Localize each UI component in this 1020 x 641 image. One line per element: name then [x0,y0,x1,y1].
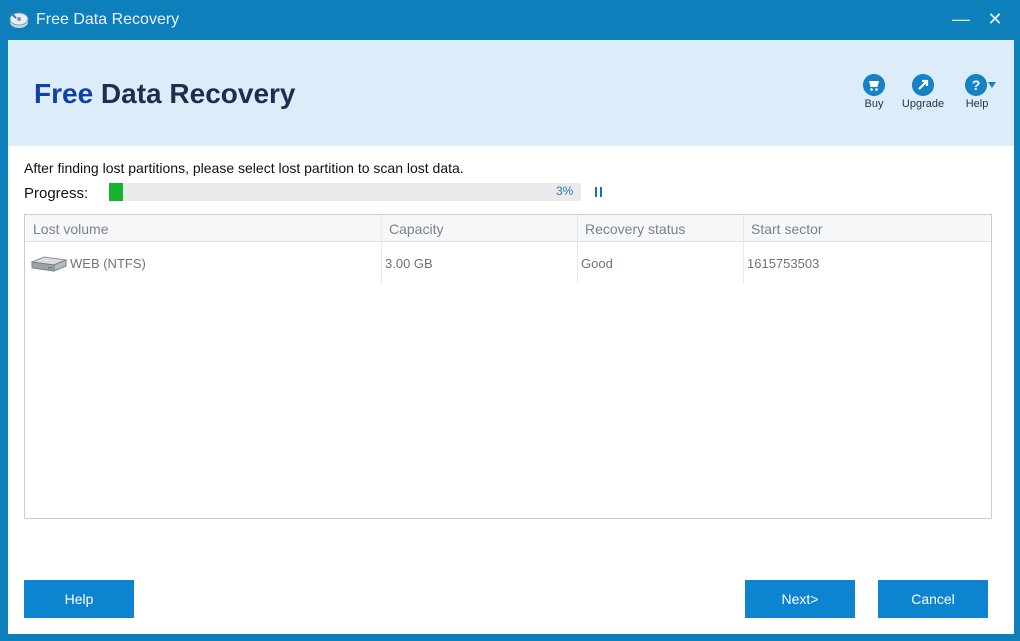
next-button[interactable]: Next> [745,580,855,618]
table-row[interactable]: WEB (NTFS) 3.00 GB Good 1615753503 [25,242,991,284]
progress-bar [109,183,581,201]
help-icon: ? [965,74,987,96]
brand-rest: Data Recovery [93,78,296,109]
minimize-button[interactable]: — [950,6,972,32]
window-title: Free Data Recovery [36,11,180,28]
cancel-button[interactable]: Cancel [878,580,988,618]
pause-icon [595,187,597,197]
table-header: Lost volume Capacity Recovery status Sta… [25,215,991,242]
column-header-capacity[interactable]: Capacity [389,221,443,237]
lost-volume-table: Lost volume Capacity Recovery status Sta… [24,214,992,519]
chevron-down-icon [988,82,996,88]
cell-start-sector: 1615753503 [747,256,820,271]
cell-lost-volume: WEB (NTFS) [70,256,146,271]
client-area: Free Data Recovery Buy Upgrade ? Help Af… [8,40,1014,634]
scan-instruction: After finding lost partitions, please se… [24,160,464,176]
cell-recovery-status: Good [581,256,613,271]
buy-label: Buy [864,98,884,110]
hard-drive-icon [30,256,68,272]
app-header: Free Data Recovery Buy Upgrade ? Help [8,40,1014,146]
upgrade-label: Upgrade [901,98,945,110]
column-header-recovery-status[interactable]: Recovery status [585,221,685,237]
upgrade-icon [912,74,934,96]
brand-title: Free Data Recovery [34,78,296,110]
cart-icon [863,74,885,96]
svg-text:?: ? [972,77,981,93]
upgrade-button[interactable]: Upgrade [898,74,948,110]
brand-first-word: Free [34,78,94,109]
buy-button[interactable]: Buy [860,74,888,110]
progress-percent: 3% [556,184,574,198]
cell-capacity: 3.00 GB [385,256,433,271]
column-header-start-sector[interactable]: Start sector [751,221,823,237]
recovery-app-icon [9,12,29,28]
app-window: Free Data Recovery — ✕ Free Data Recover… [0,0,1020,641]
pause-button[interactable] [592,184,606,200]
help-menu-button[interactable]: ? Help [960,74,996,110]
progress-label: Progress: [24,185,89,202]
title-bar: Free Data Recovery — ✕ [0,0,1020,40]
help-button[interactable]: Help [24,580,134,618]
progress-fill [109,183,124,201]
column-header-lost-volume[interactable]: Lost volume [33,221,108,237]
help-menu-label: Help [965,98,989,110]
close-button[interactable]: ✕ [984,6,1006,32]
